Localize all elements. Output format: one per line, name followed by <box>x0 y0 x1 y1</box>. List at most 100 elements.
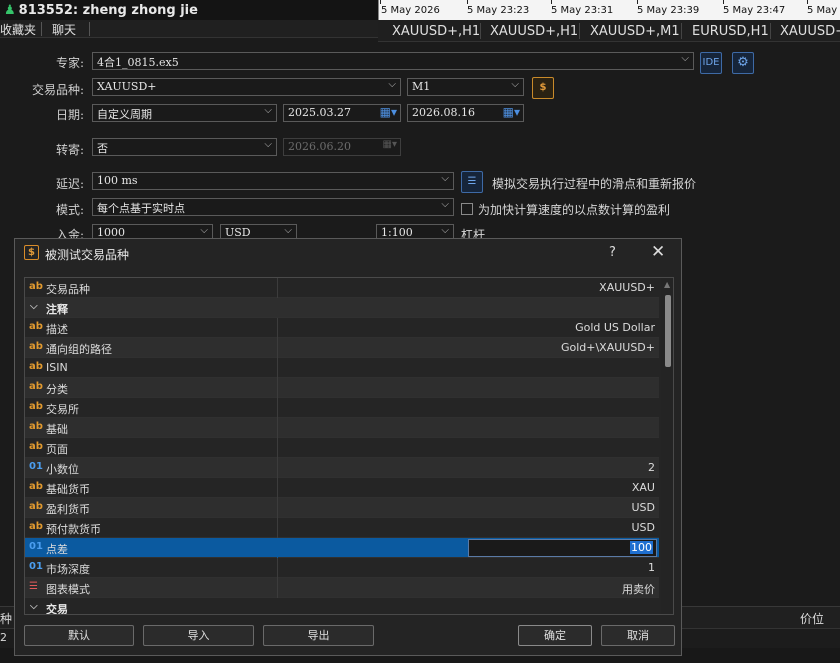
text-type-icon: ab <box>29 481 43 492</box>
chart-tab[interactable]: EURUSD,H1 <box>692 24 769 39</box>
property-group[interactable]: ⌵ 注释 <box>25 298 659 318</box>
forward-date-field: 2026.06.20 ▦▾ <box>283 138 401 156</box>
property-name: 预付款货币 <box>46 523 101 536</box>
chevron-down-icon: ⌵ <box>441 225 449 236</box>
chart-tab[interactable]: XAUUSD+,H1 <box>392 24 480 39</box>
property-value: XAU <box>631 481 655 494</box>
close-icon[interactable]: ✕ <box>651 242 665 262</box>
cancel-button[interactable]: 取消 <box>601 625 675 646</box>
default-button[interactable]: 默认 <box>24 625 134 646</box>
chevron-down-icon: ⌵ <box>441 173 449 184</box>
property-group[interactable]: ⌵ 交易 <box>25 598 659 614</box>
text-type-icon: ab <box>29 441 43 452</box>
chevron-down-icon: ⌵ <box>284 225 292 236</box>
date-mode-select[interactable]: 自定义周期 ⌵ <box>92 104 277 122</box>
property-row[interactable]: ab 基础货币 XAU <box>25 478 659 498</box>
date-from-field[interactable]: 2025.03.27 ▦▾ <box>283 104 401 122</box>
property-row[interactable]: 01 小数位 2 <box>25 458 659 478</box>
chevron-down-icon[interactable]: ⌵ <box>30 601 38 612</box>
property-row[interactable]: 01 点差 100 <box>25 538 659 558</box>
property-name: ISIN <box>46 361 68 374</box>
text-type-icon: ab <box>29 401 43 412</box>
ok-button[interactable]: 确定 <box>518 625 592 646</box>
forward-select[interactable]: 否 ⌵ <box>92 138 277 156</box>
property-name: 小数位 <box>46 463 79 476</box>
delay-select[interactable]: 100 ms ⌵ <box>92 172 454 190</box>
model-select[interactable]: 每个点基于实时点 ⌵ <box>92 198 454 216</box>
dialog-title: 被测试交易品种 <box>45 248 130 262</box>
account-label: ♟ 813552: zheng zhong jie <box>4 3 198 18</box>
tab-favorites[interactable]: 收藏夹 <box>0 21 36 38</box>
chart-tab[interactable]: XAUUSD+,M1 <box>590 24 680 39</box>
timeframe-select[interactable]: M1 ⌵ <box>407 78 524 96</box>
model-description: 为加快计算速度的以点数计算的盈利 <box>478 203 671 217</box>
calendar-icon[interactable]: ▦▾ <box>380 105 397 119</box>
chart-tab[interactable]: XAUUSD+ <box>780 24 840 39</box>
property-row[interactable]: ab 分类 <box>25 378 659 398</box>
export-button[interactable]: 导出 <box>263 625 374 646</box>
model-label: 模式: <box>55 203 84 217</box>
property-value-input[interactable]: 100 <box>468 539 657 557</box>
properties-grid: ab 交易品种 XAUUSD+ ⌵ 注释 ab 描述 Gold US Dollar ab 通向组的… <box>24 277 674 615</box>
list-type-icon: ☰ <box>29 581 38 592</box>
help-icon[interactable]: ? <box>609 245 616 260</box>
property-row[interactable]: ab 交易品种 XAUUSD+ <box>25 278 659 298</box>
text-type-icon: ab <box>29 521 43 532</box>
date-to-field[interactable]: 2026.08.16 ▦▾ <box>407 104 524 122</box>
tab-chat[interactable]: 聊天 <box>52 21 76 38</box>
property-row[interactable]: ab 预付款货币 USD <box>25 518 659 538</box>
expert-select[interactable]: 4合1_0815.ex5 ⌵ <box>92 52 694 70</box>
property-row[interactable]: ab 基础 <box>25 418 659 438</box>
tested-symbol-dialog: $ 被测试交易品种 ? ✕ ab 交易品种 XAUUSD+ ⌵ 注释 ab 描述 Gold U… <box>14 238 682 656</box>
scroll-up-icon[interactable]: ▲ <box>664 280 670 289</box>
person-icon: ♟ <box>4 3 16 18</box>
text-type-icon: ab <box>29 281 43 292</box>
chart-tab[interactable]: XAUUSD+,H1 <box>490 24 578 39</box>
property-name: 页面 <box>46 443 68 456</box>
dialog-titlebar[interactable]: $ 被测试交易品种 ? ✕ <box>15 239 681 269</box>
chevron-down-icon: ⌵ <box>681 53 689 64</box>
vertical-scrollbar[interactable]: ▲ <box>661 278 673 614</box>
property-value: USD <box>631 521 655 534</box>
delay-label: 延迟: <box>55 177 84 191</box>
symbol-select[interactable]: XAUUSD+ ⌵ <box>92 78 401 96</box>
property-value: USD <box>631 501 655 514</box>
symbol-properties-icon[interactable]: $ <box>532 77 554 99</box>
profit-in-points-checkbox[interactable] <box>461 203 473 215</box>
chevron-down-icon[interactable]: ⌵ <box>30 301 38 312</box>
scroll-thumb[interactable] <box>665 295 671 367</box>
calendar-icon[interactable]: ▦▾ <box>503 105 520 119</box>
ide-button[interactable]: IDE <box>700 52 722 74</box>
property-value: 用卖价 <box>622 583 655 596</box>
import-button[interactable]: 导入 <box>143 625 254 646</box>
property-row[interactable]: ab 通向组的路径 Gold+\XAUUSD+ <box>25 338 659 358</box>
gear-icon[interactable]: ⚙ <box>732 52 754 74</box>
sliders-icon[interactable]: ☰ <box>461 171 483 193</box>
property-row[interactable]: ab ISIN <box>25 358 659 378</box>
property-row[interactable]: ab 页面 <box>25 438 659 458</box>
expert-label: 专家: <box>55 56 84 70</box>
property-row[interactable]: ab 交易所 <box>25 398 659 418</box>
property-value: 100 <box>630 541 653 554</box>
text-type-icon: ab <box>29 421 43 432</box>
dollar-icon: $ <box>24 245 39 260</box>
property-row[interactable]: 01 市场深度 1 <box>25 558 659 578</box>
text-type-icon: ab <box>29 381 43 392</box>
calendar-icon: ▦▾ <box>382 139 397 150</box>
property-name: 点差 <box>46 543 68 556</box>
property-name: 交易品种 <box>46 283 90 296</box>
property-name: 描述 <box>46 323 68 336</box>
text-type-icon: ab <box>29 361 43 372</box>
property-row[interactable]: ab 描述 Gold US Dollar <box>25 318 659 338</box>
property-value: 1 <box>648 561 655 574</box>
property-value: Gold US Dollar <box>575 321 655 334</box>
chevron-down-icon: ⌵ <box>200 225 208 236</box>
time-tick: 5 May 2 <box>807 5 840 16</box>
symbol-label: 交易品种: <box>31 83 84 97</box>
time-tick: 5 May 23:47 <box>723 5 786 16</box>
chart-tabs: XAUUSD+,H1 XAUUSD+,H1 XAUUSD+,M1 EURUSD,… <box>378 20 840 42</box>
property-row[interactable]: ab 盈利货币 USD <box>25 498 659 518</box>
property-row[interactable]: ☰ 图表模式 用卖价 <box>25 578 659 598</box>
property-name: 盈利货币 <box>46 503 90 516</box>
chevron-down-icon: ⌵ <box>441 199 449 210</box>
